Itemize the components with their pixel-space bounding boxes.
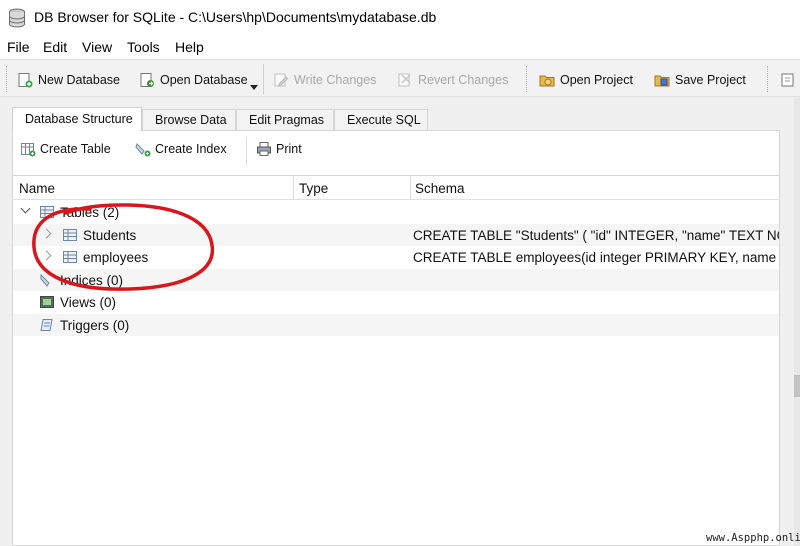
create-index-button[interactable]: Create Index xyxy=(135,141,227,157)
column-header-schema[interactable]: Schema xyxy=(415,181,465,196)
tree-item-schema: CREATE TABLE "Students" ( "id" INTEGER, … xyxy=(413,227,779,243)
structure-toolbar: Create Table Create Index Print xyxy=(13,131,779,171)
window-title: DB Browser for SQLite - C:\Users\hp\Docu… xyxy=(34,9,437,25)
menu-file[interactable]: File xyxy=(7,39,30,55)
title-bar: DB Browser for SQLite - C:\Users\hp\Docu… xyxy=(0,0,800,36)
tree-row-triggers[interactable]: Triggers (0) xyxy=(13,313,779,336)
create-index-icon xyxy=(135,143,151,157)
tree-row-tables[interactable]: Tables (2) xyxy=(13,201,779,224)
main-toolbar: New Database Open Database Write Changes… xyxy=(0,59,800,97)
toolbar-separator xyxy=(263,64,264,94)
printer-icon xyxy=(257,142,271,156)
write-changes-icon xyxy=(274,73,289,87)
create-index-label: Create Index xyxy=(155,142,227,156)
revert-changes-label: Revert Changes xyxy=(418,73,509,87)
watermark-text: www.Aspphp.online xyxy=(706,532,800,544)
table-icon xyxy=(63,228,77,241)
tab-browse-data[interactable]: Browse Data xyxy=(142,109,236,130)
tree-item-label: Views (0) xyxy=(60,295,117,310)
create-table-label: Create Table xyxy=(40,142,111,156)
revert-changes-icon xyxy=(398,73,411,87)
revert-changes-button[interactable]: Revert Changes xyxy=(397,69,508,91)
write-changes-label: Write Changes xyxy=(294,73,377,87)
open-project-button[interactable]: Open Project xyxy=(539,69,633,91)
tree-item-label: Indices (0) xyxy=(60,272,124,288)
database-schema-tree[interactable]: Name Type Schema Tables (2) Students CRE… xyxy=(13,175,779,545)
toolbar-grip[interactable] xyxy=(767,66,770,92)
database-app-icon xyxy=(9,8,25,28)
tree-item-label: Students xyxy=(83,227,137,243)
column-divider[interactable] xyxy=(410,176,411,200)
toolbar-grip[interactable] xyxy=(6,66,9,92)
save-project-icon xyxy=(654,75,670,87)
open-project-label: Open Project xyxy=(560,73,633,87)
column-header-type[interactable]: Type xyxy=(299,181,328,196)
column-divider[interactable] xyxy=(293,176,294,200)
tree-item-label: Triggers (0) xyxy=(60,317,130,333)
tab-database-structure[interactable]: Database Structure xyxy=(12,107,142,131)
tree-row-students[interactable]: Students CREATE TABLE "Students" ( "id" … xyxy=(13,223,779,246)
tree-header: Name Type Schema xyxy=(13,176,779,200)
print-label: Print xyxy=(276,142,302,156)
index-icon xyxy=(40,273,50,287)
table-group-icon xyxy=(40,206,54,218)
open-project-icon xyxy=(539,75,555,87)
new-database-button[interactable]: New Database xyxy=(17,69,120,91)
trigger-icon xyxy=(40,318,53,331)
database-structure-panel: Create Table Create Index Print Name Typ… xyxy=(12,130,780,546)
menu-tools[interactable]: Tools xyxy=(127,39,160,55)
new-database-label: New Database xyxy=(38,73,120,87)
open-database-icon xyxy=(140,73,154,87)
tree-row-views[interactable]: Views (0) xyxy=(13,291,779,314)
main-area: Database Structure Browse Data Edit Prag… xyxy=(0,97,800,546)
open-database-dropdown-arrow[interactable] xyxy=(250,85,258,90)
new-database-icon xyxy=(18,73,33,88)
expand-arrow-icon[interactable] xyxy=(41,228,52,238)
tab-edit-pragmas[interactable]: Edit Pragmas xyxy=(236,109,334,130)
open-database-label: Open Database xyxy=(160,73,248,87)
tree-item-schema: CREATE TABLE employees(id integer PRIMAR… xyxy=(413,250,779,265)
tree-row-indices[interactable]: Indices (0) xyxy=(13,268,779,291)
attach-database-icon xyxy=(781,73,794,87)
menu-help[interactable]: Help xyxy=(175,39,204,55)
overflow-toolbar-button[interactable] xyxy=(780,69,796,91)
create-table-icon xyxy=(21,143,36,157)
write-changes-button[interactable]: Write Changes xyxy=(273,69,376,91)
structure-toolbar-separator xyxy=(246,137,247,165)
column-header-name[interactable]: Name xyxy=(19,181,55,196)
collapse-arrow-icon[interactable] xyxy=(20,203,31,214)
tree-item-label: Tables (2) xyxy=(60,205,120,220)
tab-execute-sql[interactable]: Execute SQL xyxy=(334,109,428,130)
menu-bar: File Edit View Tools Help xyxy=(0,36,800,58)
open-database-button[interactable]: Open Database xyxy=(139,69,248,91)
save-project-label: Save Project xyxy=(675,73,746,87)
tree-item-label: employees xyxy=(83,250,149,265)
view-icon xyxy=(40,296,54,308)
save-project-button[interactable]: Save Project xyxy=(654,69,746,91)
toolbar-grip[interactable] xyxy=(526,66,529,92)
menu-view[interactable]: View xyxy=(82,39,112,55)
tree-row-employees[interactable]: employees CREATE TABLE employees(id inte… xyxy=(13,246,779,269)
table-icon xyxy=(63,251,77,263)
scrollbar-thumb[interactable] xyxy=(794,375,800,397)
create-table-button[interactable]: Create Table xyxy=(20,141,111,157)
vertical-scrollbar[interactable] xyxy=(794,97,800,546)
expand-arrow-icon[interactable] xyxy=(41,250,52,261)
menu-edit[interactable]: Edit xyxy=(43,39,67,55)
print-button[interactable]: Print xyxy=(256,141,302,157)
